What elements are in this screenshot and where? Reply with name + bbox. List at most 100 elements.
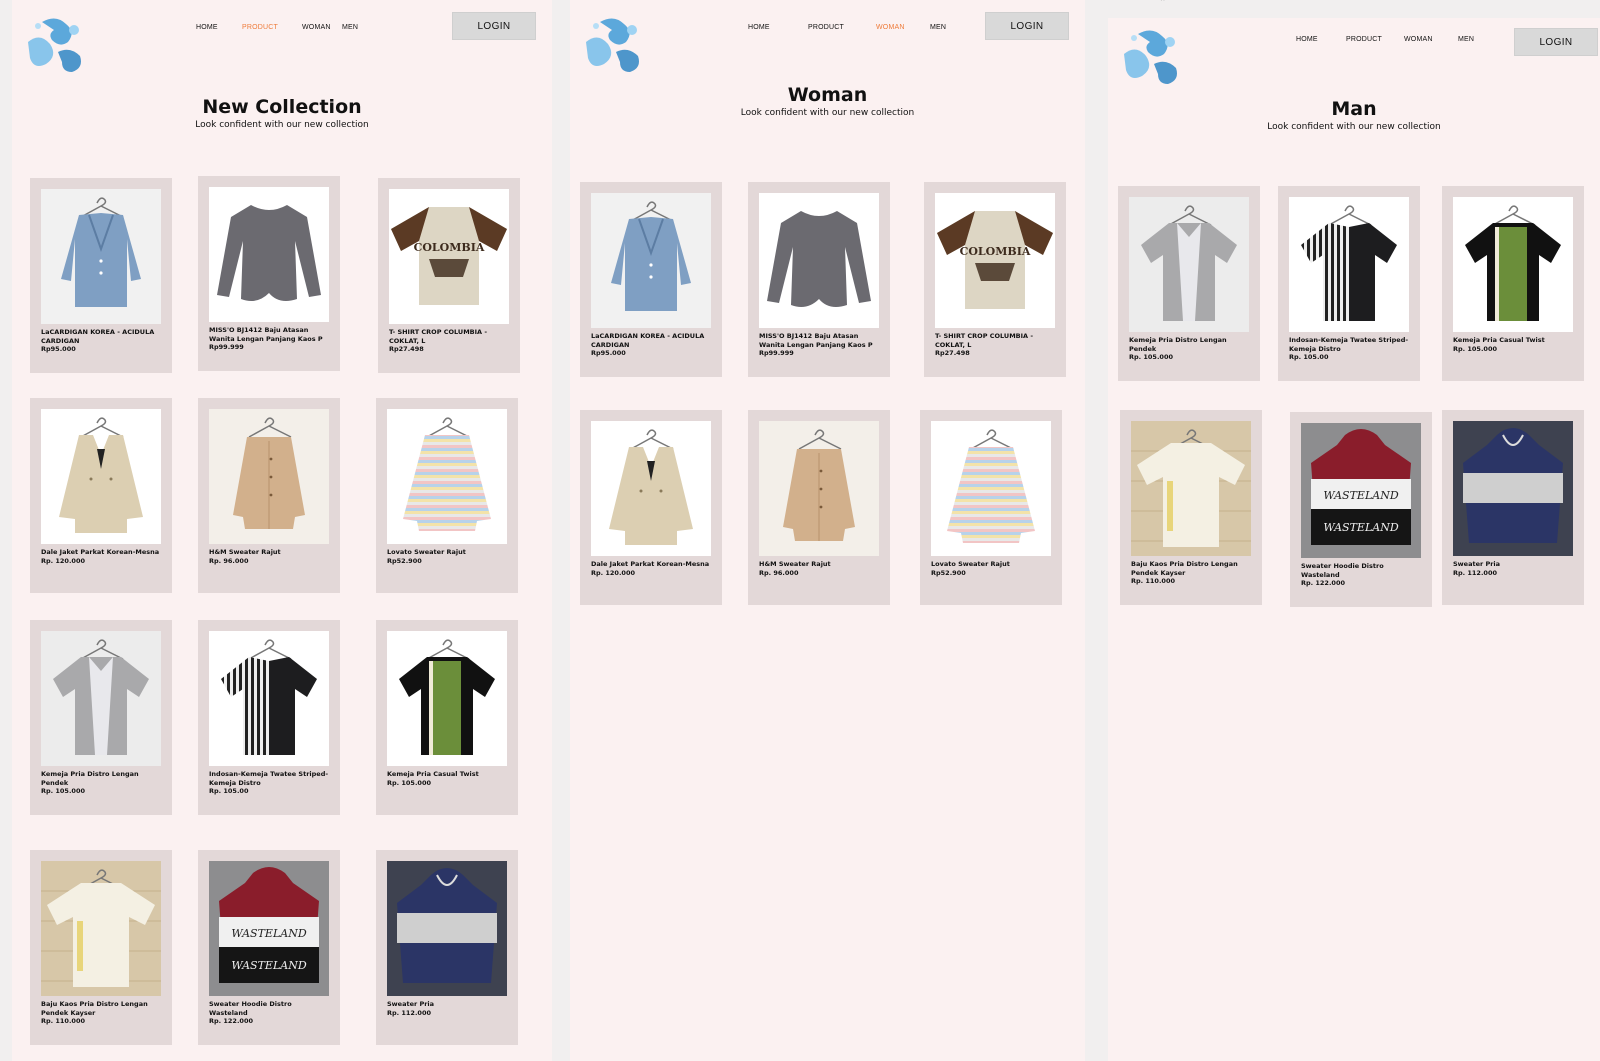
product-card[interactable]: LaCARDIGAN KOREA - ACIDULA CARDIGAN Rp95… — [580, 182, 722, 377]
product-price: Rp. 110.000 — [1131, 577, 1175, 585]
nav-item-woman[interactable]: WOMAN — [302, 24, 331, 31]
product-price: Rp. 96.000 — [209, 556, 249, 565]
nav-item-home[interactable]: HOME — [1296, 36, 1318, 43]
product-image[interactable] — [209, 631, 329, 766]
product-image[interactable]: WASTELAND WASTELAND — [209, 861, 329, 996]
product-image[interactable] — [1131, 421, 1251, 556]
product-card[interactable]: Indosan-Kemeja Twatee Striped-Kemeja Dis… — [198, 620, 340, 815]
nav-item-woman[interactable]: WOMAN — [1404, 36, 1433, 43]
product-card[interactable]: WASTELAND WASTELAND Sweater Hoodie Distr… — [1290, 412, 1432, 607]
product-card[interactable]: MISS'O BJ1412 Baju Atasan Wanita Lengan … — [748, 182, 890, 377]
product-card[interactable]: Dale Jaket Parkat Korean-Mesna Rp. 120.0… — [30, 398, 172, 593]
product-image[interactable]: COLOMBIA — [935, 193, 1055, 328]
svg-text:WASTELAND: WASTELAND — [231, 927, 306, 940]
page-frame-2: HOME PRODUCT WOMAN MEN LOGIN Man Look confiden… — [1108, 18, 1600, 1061]
nav-item-home[interactable]: HOME — [748, 24, 770, 31]
product-card[interactable]: WASTELAND WASTELAND Sweater Hoodie Distr… — [198, 850, 340, 1045]
product-price: Rp27.498 — [935, 349, 970, 357]
product-price: Rp. 112.000 — [1453, 568, 1497, 577]
product-name: Sweater Hoodie Distro Wasteland — [209, 1000, 292, 1017]
product-name: Lovato Sweater Rajut — [931, 560, 1010, 568]
product-card[interactable]: H&M Sweater Rajut Rp. 96.000 — [748, 410, 890, 605]
product-image[interactable] — [387, 631, 507, 766]
product-price: Rp95.000 — [591, 349, 626, 357]
product-card[interactable]: COLOMBIA T- SHIRT CROP COLUMBIA - COKLAT… — [924, 182, 1066, 377]
login-button[interactable]: LOGIN — [452, 12, 536, 40]
product-card[interactable]: Kemeja Pria Casual Twist Rp. 105.000 — [376, 620, 518, 815]
product-image[interactable] — [387, 409, 507, 544]
product-card[interactable]: Kemeja Pria Casual Twist Rp. 105.000 — [1442, 186, 1584, 381]
product-image[interactable] — [931, 421, 1051, 556]
brand-logo[interactable] — [22, 12, 86, 76]
product-card[interactable]: Kemeja Pria Distro Lengan Pendek Rp. 105… — [30, 620, 172, 815]
product-card[interactable]: Kemeja Pria Distro Lengan Pendek Rp. 105… — [1118, 186, 1260, 381]
product-price: Rp27.498 — [389, 345, 424, 353]
product-image[interactable] — [591, 193, 711, 328]
product-card[interactable]: Sweater Pria Rp. 112.000 — [376, 850, 518, 1045]
product-image[interactable] — [1453, 197, 1573, 332]
product-image[interactable] — [41, 631, 161, 766]
product-image[interactable] — [759, 421, 879, 556]
brand-logo[interactable] — [1118, 24, 1182, 88]
product-card[interactable]: Sweater Pria Rp. 112.000 — [1442, 410, 1584, 605]
product-name: Sweater Hoodie Distro Wasteland — [1301, 562, 1384, 579]
product-image[interactable]: COLOMBIA — [389, 189, 509, 324]
nav-item-home[interactable]: HOME — [196, 24, 218, 31]
product-card[interactable]: Baju Kaos Pria Distro Lengan Pendek Kays… — [30, 850, 172, 1045]
login-button[interactable]: LOGIN — [985, 12, 1069, 40]
product-card[interactable]: Lovato Sweater Rajut Rp52.900 — [376, 398, 518, 593]
nav-item-product[interactable]: PRODUCT — [1346, 36, 1382, 43]
nav-item-men[interactable]: MEN — [342, 24, 358, 31]
product-price: Rp. 122.000 — [1301, 579, 1345, 587]
page-frame-0: HOME PRODUCT WOMAN MEN LOGIN New Collection Lo… — [12, 0, 552, 1061]
product-price: Rp. 110.000 — [41, 1017, 85, 1025]
faint-caption: ·· — [1160, 0, 1166, 5]
svg-text:COLOMBIA: COLOMBIA — [960, 245, 1031, 258]
product-image[interactable] — [387, 861, 507, 996]
product-image[interactable] — [591, 421, 711, 556]
product-image[interactable] — [1453, 421, 1573, 556]
product-price: Rp99.999 — [759, 349, 794, 357]
product-image[interactable] — [209, 409, 329, 544]
product-card[interactable]: Lovato Sweater Rajut Rp52.900 — [920, 410, 1062, 605]
product-card[interactable]: Indosan-Kemeja Twatee Striped-Kemeja Dis… — [1278, 186, 1420, 381]
product-price: Rp95.000 — [41, 345, 76, 353]
product-card[interactable]: LaCARDIGAN KOREA - ACIDULA CARDIGAN Rp95… — [30, 178, 172, 373]
product-price: Rp. 112.000 — [387, 1008, 431, 1017]
nav-item-men[interactable]: MEN — [1458, 36, 1474, 43]
product-card[interactable]: H&M Sweater Rajut Rp. 96.000 — [198, 398, 340, 593]
nav-item-woman[interactable]: WOMAN — [876, 24, 905, 31]
nav-item-product[interactable]: PRODUCT — [242, 24, 278, 31]
product-price: Rp99.999 — [209, 343, 244, 351]
product-image[interactable]: WASTELAND WASTELAND — [1301, 423, 1421, 558]
brand-logo[interactable] — [580, 12, 644, 76]
nav-item-men[interactable]: MEN — [930, 24, 946, 31]
svg-text:WASTELAND: WASTELAND — [1323, 521, 1398, 534]
nav-item-product[interactable]: PRODUCT — [808, 24, 844, 31]
product-card[interactable]: COLOMBIA T- SHIRT CROP COLUMBIA - COKLAT… — [378, 178, 520, 373]
product-image[interactable] — [41, 189, 161, 324]
product-card[interactable]: MISS'O BJ1412 Baju Atasan Wanita Lengan … — [198, 176, 340, 371]
product-name: Kemeja Pria Casual Twist — [387, 770, 479, 778]
page-subtitle: Look confident with our new collection — [195, 120, 369, 130]
product-price: Rp. 105.00 — [209, 787, 249, 795]
product-name: Sweater Pria — [1453, 560, 1501, 568]
product-image[interactable] — [41, 861, 161, 996]
product-name: T- SHIRT CROP COLUMBIA - COKLAT, L — [935, 332, 1034, 349]
product-card[interactable]: Baju Kaos Pria Distro Lengan Pendek Kays… — [1120, 410, 1262, 605]
product-image[interactable] — [1129, 197, 1249, 332]
product-image[interactable] — [1289, 197, 1409, 332]
product-image[interactable] — [759, 193, 879, 328]
product-name: LaCARDIGAN KOREA - ACIDULA CARDIGAN — [591, 332, 705, 349]
page-title: Woman — [787, 84, 868, 106]
product-name: Indosan-Kemeja Twatee Striped-Kemeja Dis… — [1289, 336, 1409, 353]
product-price: Rp. 120.000 — [591, 568, 635, 577]
product-image[interactable] — [209, 187, 329, 322]
product-card[interactable]: Dale Jaket Parkat Korean-Mesna Rp. 120.0… — [580, 410, 722, 605]
svg-text:COLOMBIA: COLOMBIA — [414, 241, 485, 254]
svg-text:WASTELAND: WASTELAND — [1323, 489, 1398, 502]
product-name: Indosan-Kemeja Twatee Striped-Kemeja Dis… — [209, 770, 329, 787]
product-price: Rp. 105.00 — [1289, 353, 1329, 361]
login-button[interactable]: LOGIN — [1514, 28, 1598, 56]
product-image[interactable] — [41, 409, 161, 544]
